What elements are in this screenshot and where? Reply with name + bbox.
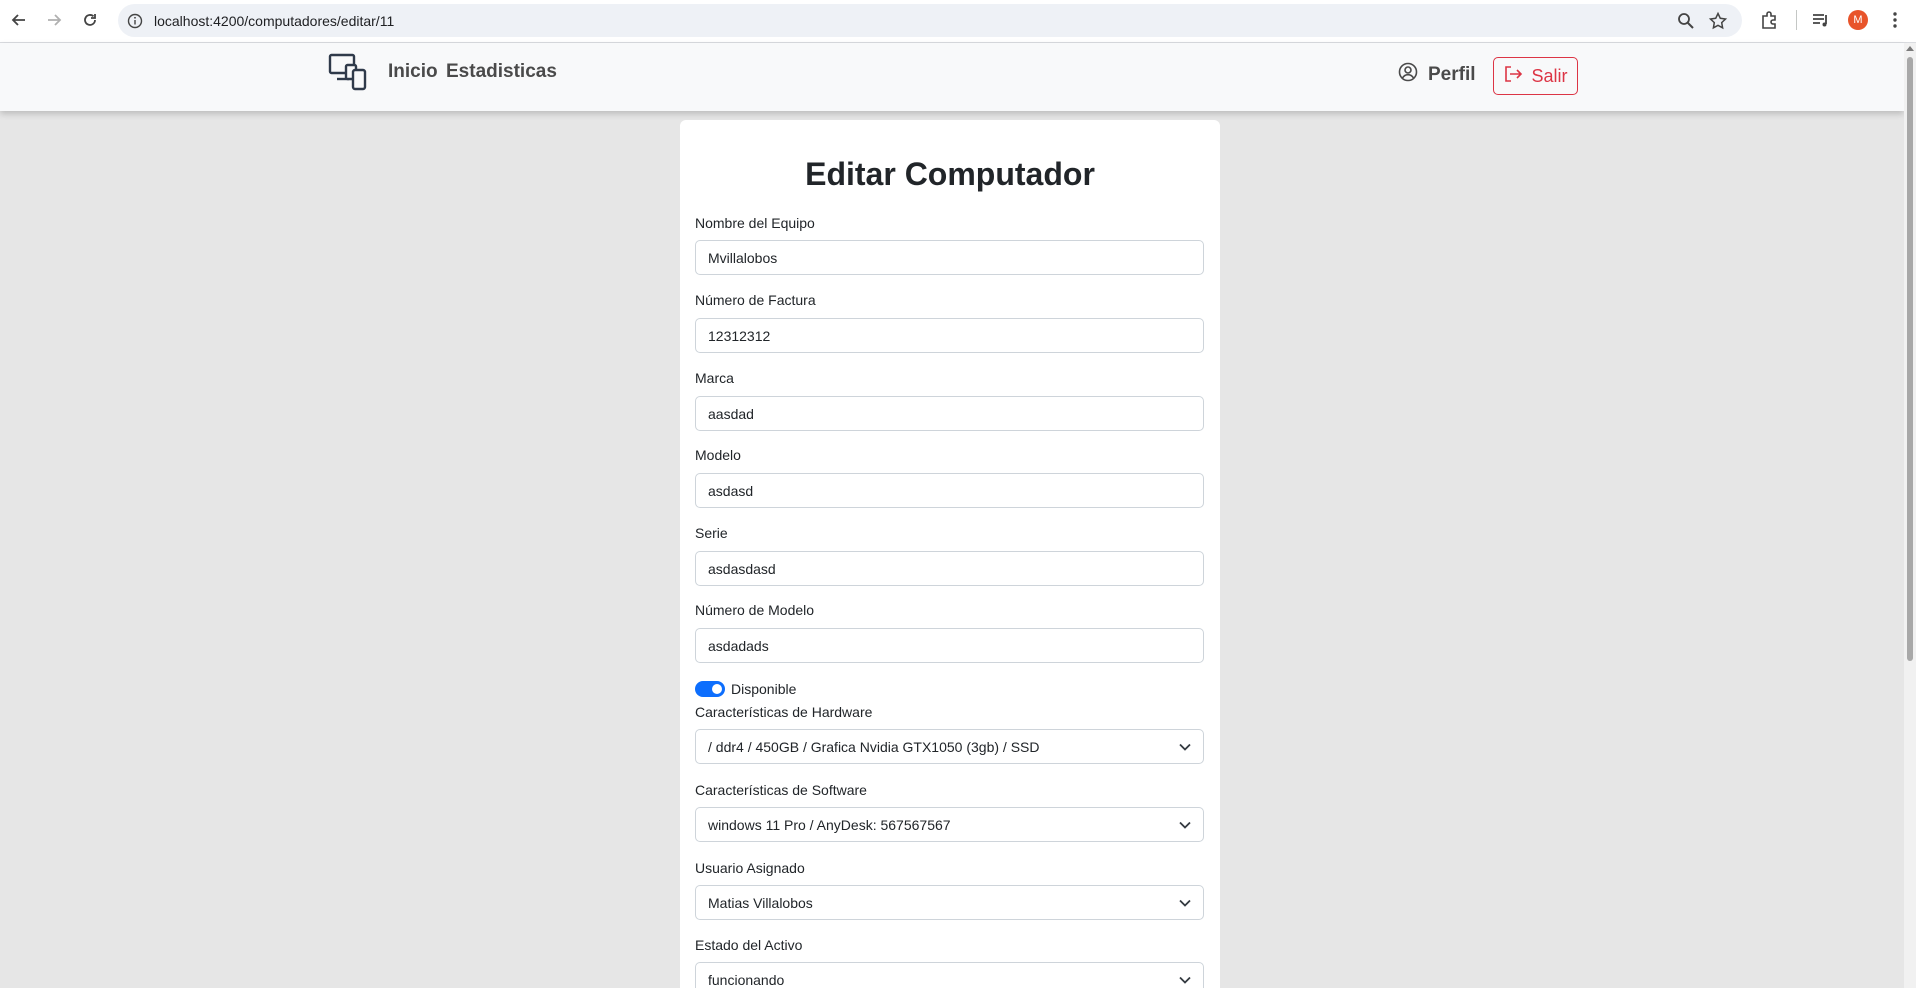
chevron-down-icon [1179, 743, 1191, 751]
marca-label: Marca [695, 370, 734, 386]
scrollbar-thumb[interactable] [1907, 57, 1913, 661]
estado-selected-value: funcionando [708, 971, 785, 988]
edit-computer-card: Editar Computador Nombre del Equipo Mvil… [680, 120, 1220, 988]
toolbar-divider [1796, 10, 1797, 30]
marca-input[interactable]: aasdad [695, 396, 1204, 431]
modelo-label: Modelo [695, 447, 741, 463]
salir-label: Salir [1531, 65, 1568, 86]
nav-link-estadisticas[interactable]: Estadisticas [446, 61, 557, 83]
media-control-icon[interactable] [1810, 9, 1832, 31]
usuario-select[interactable]: Matias Villalobos [695, 885, 1204, 920]
page-scrollbar[interactable] [1904, 43, 1916, 988]
extensions-icon[interactable] [1758, 9, 1780, 31]
perfil-link[interactable]: Perfil [1398, 62, 1476, 88]
devices-logo-icon[interactable] [328, 53, 368, 91]
more-menu-icon[interactable] [1884, 9, 1906, 31]
numero-modelo-input[interactable]: asdadads [695, 628, 1204, 663]
numero-modelo-label: Número de Modelo [695, 602, 815, 618]
site-info-icon[interactable] [126, 12, 144, 30]
factura-input[interactable]: 12312312 [695, 318, 1204, 353]
serie-label: Serie [695, 525, 728, 541]
estado-select[interactable]: funcionando [695, 962, 1204, 988]
logout-icon [1503, 65, 1523, 88]
modelo-input[interactable]: asdasd [695, 473, 1204, 508]
disponible-toggle[interactable] [695, 681, 725, 697]
browser-toolbar: localhost:4200/computadores/editar/11 M [0, 0, 1916, 43]
nombre-input[interactable]: Mvillalobos [695, 240, 1204, 275]
reload-icon[interactable] [78, 8, 102, 32]
software-label: Características de Software [695, 782, 867, 798]
chevron-down-icon [1179, 899, 1191, 907]
serie-input[interactable]: asdasdasd [695, 551, 1204, 586]
perfil-label: Perfil [1428, 64, 1476, 85]
chevron-down-icon [1179, 976, 1191, 984]
software-selected-value: windows 11 Pro / AnyDesk: 567567567 [708, 816, 951, 833]
url-text[interactable]: localhost:4200/computadores/editar/11 [154, 13, 394, 29]
bookmark-star-icon[interactable] [1708, 11, 1728, 31]
hardware-selected-value: / ddr4 / 450GB / Grafica Nvidia GTX1050 … [708, 738, 1040, 755]
hardware-select[interactable]: / ddr4 / 450GB / Grafica Nvidia GTX1050 … [695, 729, 1204, 764]
scroll-up-arrow-icon[interactable] [1906, 46, 1914, 51]
factura-label: Número de Factura [695, 292, 816, 308]
back-icon[interactable] [7, 8, 31, 32]
app-navbar: Inicio Estadisticas Perfil Salir [0, 43, 1904, 111]
user-circle-icon [1398, 62, 1418, 88]
profile-avatar[interactable]: M [1848, 10, 1868, 30]
address-bar[interactable]: localhost:4200/computadores/editar/11 [118, 4, 1742, 37]
chevron-down-icon [1179, 821, 1191, 829]
toggle-knob [712, 684, 722, 694]
usuario-selected-value: Matias Villalobos [708, 894, 813, 911]
forward-icon[interactable] [42, 8, 66, 32]
hardware-label: Características de Hardware [695, 704, 873, 720]
page-title: Editar Computador [805, 156, 1095, 192]
nav-link-inicio[interactable]: Inicio [388, 61, 438, 83]
salir-button[interactable]: Salir [1493, 57, 1578, 95]
software-select[interactable]: windows 11 Pro / AnyDesk: 567567567 [695, 807, 1204, 842]
nombre-label: Nombre del Equipo [695, 215, 815, 231]
estado-label: Estado del Activo [695, 937, 803, 953]
usuario-label: Usuario Asignado [695, 860, 805, 876]
disponible-label[interactable]: Disponible [731, 681, 796, 697]
zoom-icon[interactable] [1676, 11, 1696, 31]
